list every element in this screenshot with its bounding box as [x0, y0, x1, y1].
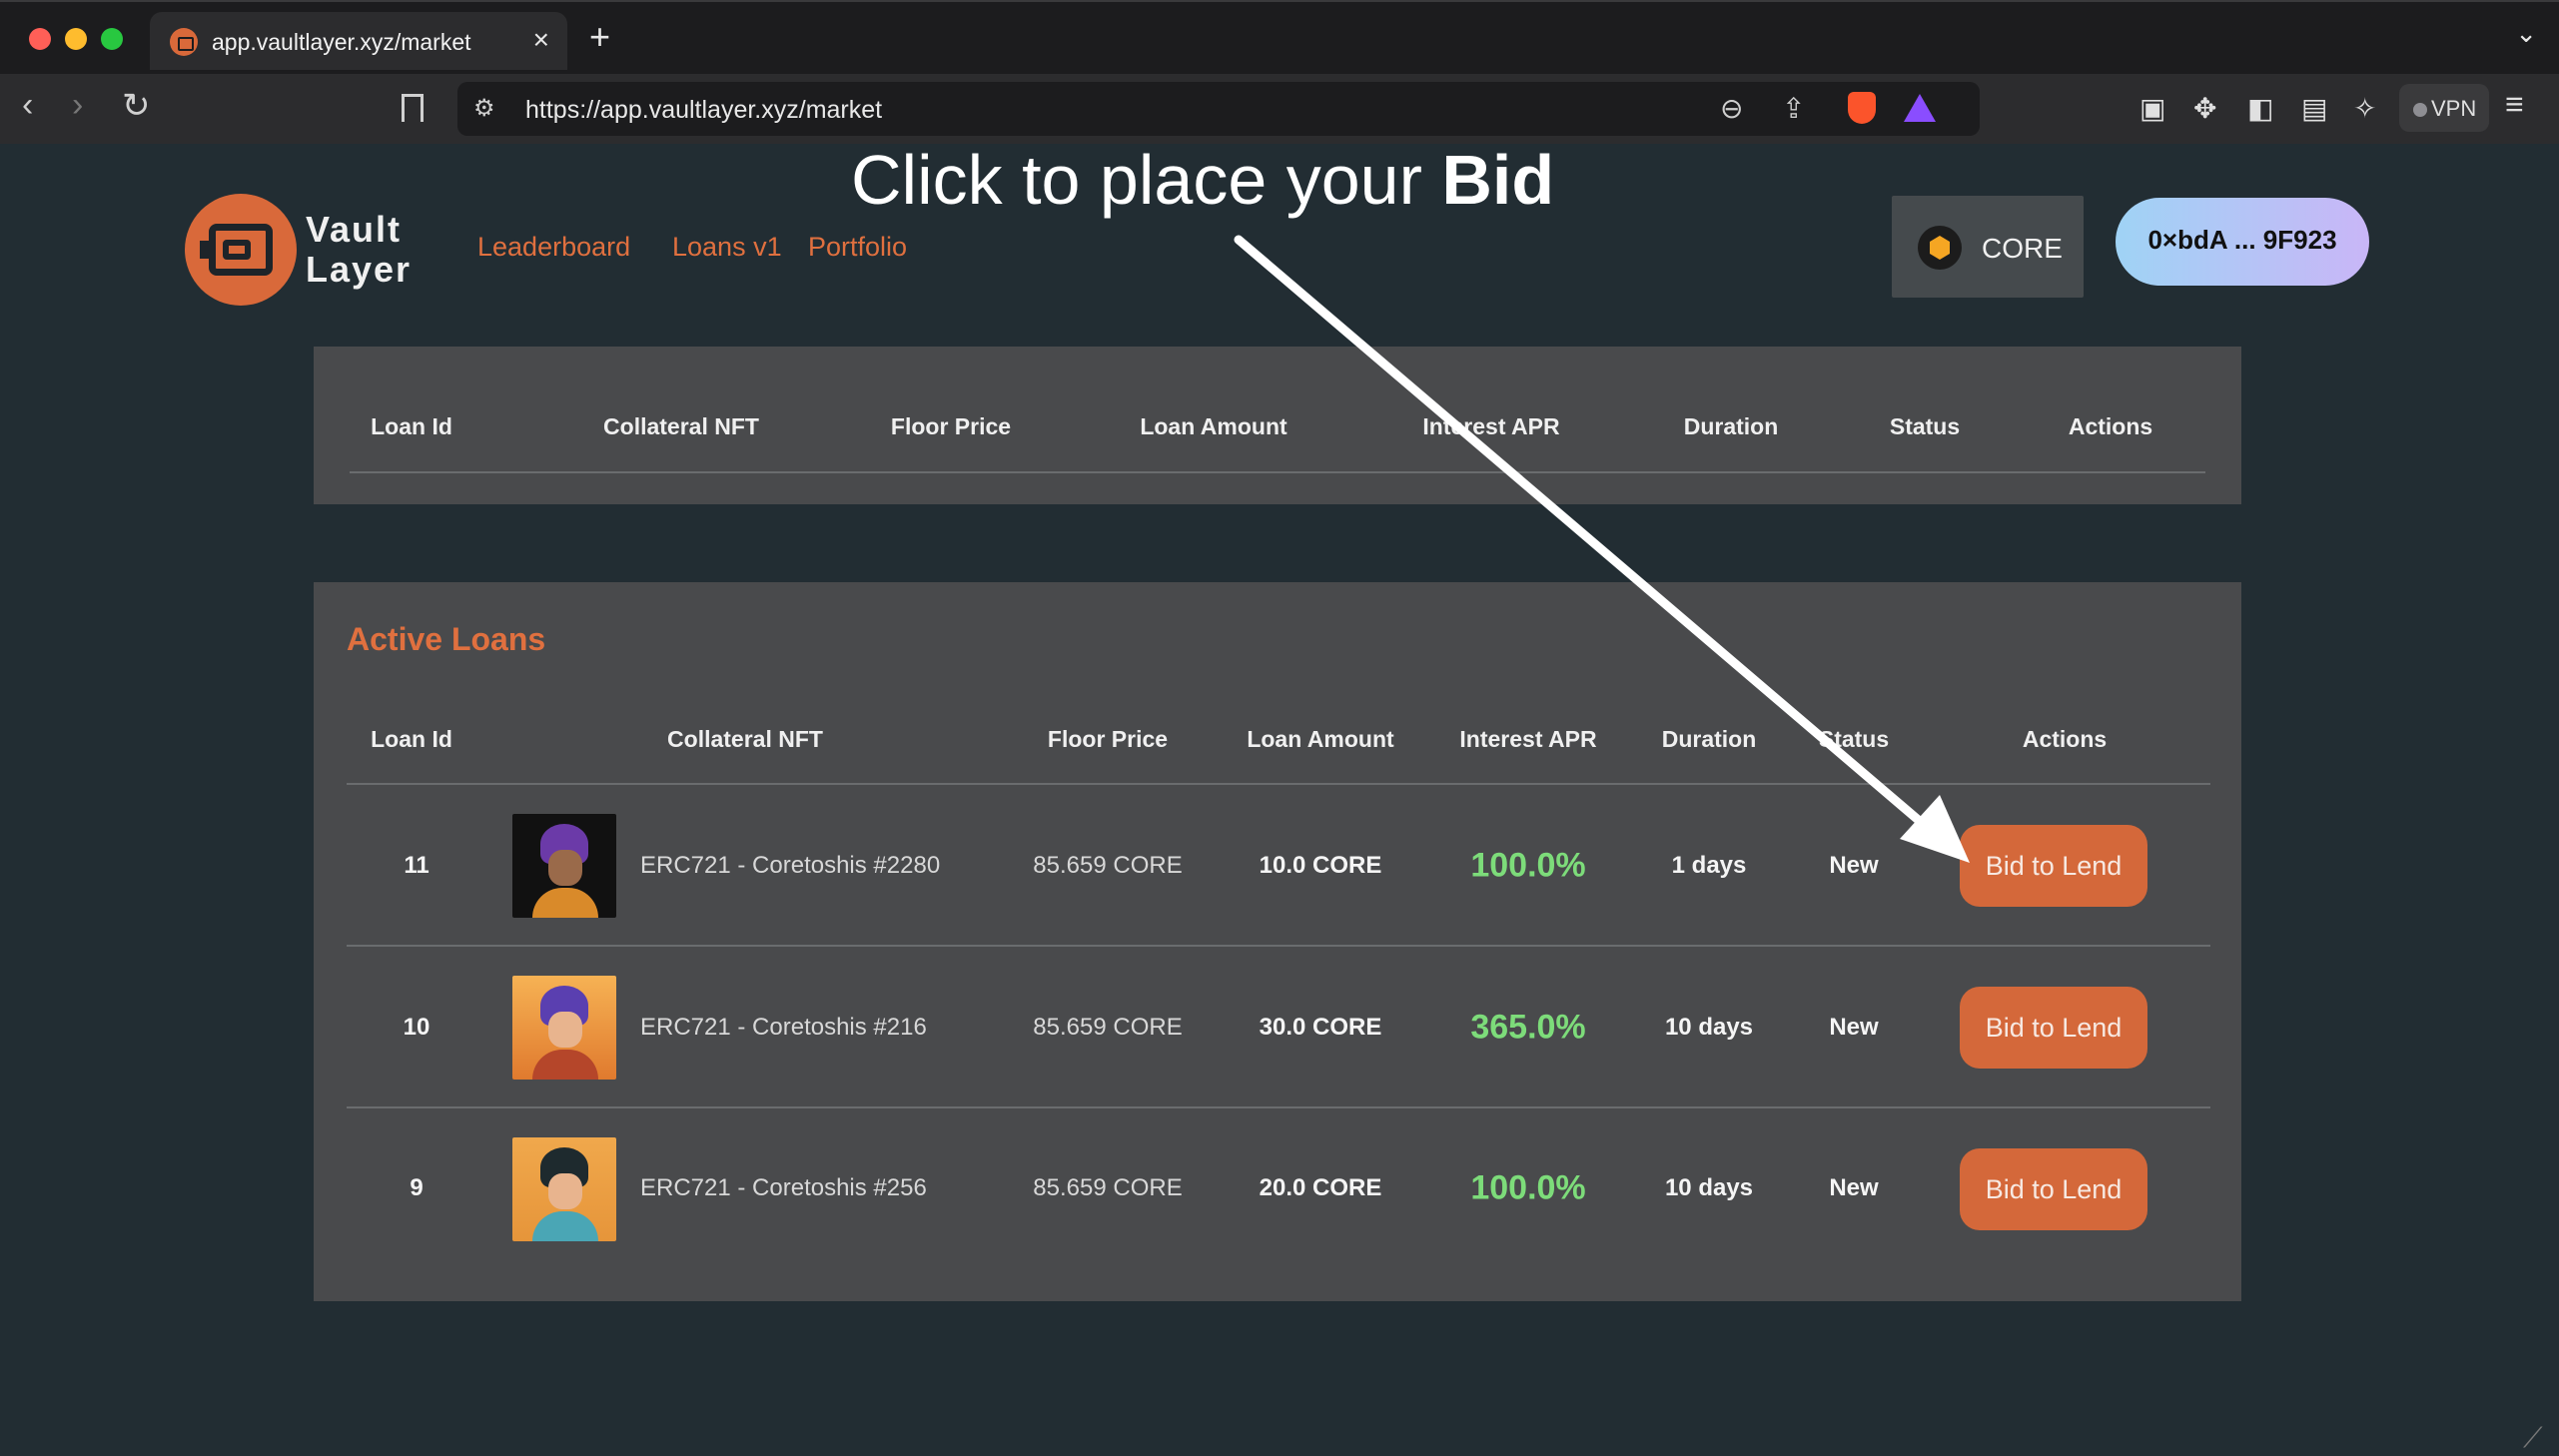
header-collateral-nft: Collateral NFT: [603, 413, 759, 439]
header-status: Status: [1889, 413, 1961, 439]
duration-cell: 10 days: [1664, 1014, 1754, 1041]
loan-amount-cell: 20.0 CORE: [1259, 1174, 1382, 1201]
callout-text: Click to place your: [851, 141, 1442, 219]
interest-apr-cell: 100.0%: [1470, 846, 1586, 885]
vpn-label: VPN: [2431, 96, 2477, 121]
callout-bold-text: Bid: [1441, 141, 1555, 219]
window-resize-icon[interactable]: ⟋: [2523, 1422, 2543, 1455]
back-icon[interactable]: ‹: [22, 86, 33, 125]
zoom-out-icon[interactable]: ⊖: [1720, 92, 1743, 125]
header-loan-id: Loan Id: [371, 726, 452, 752]
leo-ai-icon[interactable]: ✧: [2353, 92, 2376, 125]
chain-selector-button[interactable]: CORE: [1892, 196, 2084, 298]
wallet-address-button[interactable]: 0×bdA ... 9F923: [2116, 198, 2369, 286]
collateral-nft-cell: ERC721 - Coretoshis #2280: [640, 852, 941, 879]
nft-thumbnail[interactable]: [512, 976, 616, 1080]
menu-icon[interactable]: ≡: [2505, 86, 2524, 123]
chain-label: CORE: [1982, 233, 2063, 264]
logo-line-1: Vault: [306, 209, 403, 250]
tab-close-icon[interactable]: ×: [533, 24, 549, 56]
duration-cell: 1 days: [1671, 852, 1747, 879]
status-cell: New: [1829, 1174, 1879, 1201]
nav-link-leaderboard[interactable]: Leaderboard: [477, 232, 630, 263]
brave-rewards-icon[interactable]: [1904, 94, 1936, 122]
wallet-icon[interactable]: ▤: [2301, 92, 2327, 125]
header-floor-price: Floor Price: [1047, 726, 1169, 752]
interest-apr-cell: 100.0%: [1470, 1168, 1586, 1207]
tab-list-chevron-icon[interactable]: ⌄: [2515, 18, 2537, 49]
duration-cell: 10 days: [1664, 1174, 1754, 1201]
nav-link-portfolio[interactable]: Portfolio: [808, 232, 907, 263]
interest-apr-cell: 365.0%: [1470, 1008, 1586, 1047]
vpn-status-icon: [2413, 103, 2427, 117]
browser-toolbar: ‹ › ↻ ⚙ https://app.vaultlayer.xyz/marke…: [0, 74, 2559, 144]
floor-price-cell: 85.659 CORE: [1033, 1174, 1183, 1201]
header-floor-price: Floor Price: [890, 413, 1012, 439]
loan-id-cell: 10: [403, 1014, 430, 1041]
vaultlayer-logo-icon[interactable]: [185, 194, 297, 306]
header-interest-apr: Interest APR: [1422, 413, 1560, 439]
header-interest-apr: Interest APR: [1459, 726, 1597, 752]
header-actions: Actions: [2068, 413, 2153, 439]
collateral-nft-cell: ERC721 - Coretoshis #256: [640, 1174, 927, 1201]
window-close-button[interactable]: [29, 28, 51, 50]
qr-extension-icon[interactable]: ▣: [2139, 92, 2165, 125]
collateral-nft-cell: ERC721 - Coretoshis #216: [640, 1014, 927, 1041]
tab-title: app.vaultlayer.xyz/market: [212, 29, 471, 55]
header-collateral-nft: Collateral NFT: [667, 726, 823, 752]
site-settings-icon[interactable]: ⚙: [473, 94, 495, 123]
header-loan-amount: Loan Amount: [1247, 726, 1394, 752]
header-duration: Duration: [1683, 413, 1779, 439]
nft-thumbnail[interactable]: [512, 1137, 616, 1241]
new-tab-icon[interactable]: +: [589, 16, 610, 58]
row-divider: [347, 1106, 2210, 1108]
browser-tab[interactable]: app.vaultlayer.xyz/market ×: [150, 12, 567, 70]
window-minimize-button[interactable]: [65, 28, 87, 50]
vaultlayer-favicon-icon: [170, 28, 198, 56]
loan-amount-cell: 30.0 CORE: [1259, 1014, 1382, 1041]
sidebar-icon[interactable]: ◧: [2247, 92, 2273, 125]
nav-link-loans-v1[interactable]: Loans v1: [672, 232, 782, 263]
browser-tab-strip: app.vaultlayer.xyz/market × + ⌄: [0, 0, 2559, 74]
share-icon[interactable]: ⇪: [1782, 92, 1805, 125]
active-loans-title: Active Loans: [347, 621, 546, 657]
table-divider: [347, 783, 2210, 785]
bookmark-icon[interactable]: [402, 94, 424, 122]
loan-id-cell: 11: [404, 852, 429, 879]
vpn-button[interactable]: VPN: [2399, 84, 2489, 132]
floor-price-cell: 85.659 CORE: [1033, 852, 1183, 879]
bid-to-lend-button[interactable]: Bid to Lend: [1960, 987, 2147, 1069]
address-bar[interactable]: ⚙ https://app.vaultlayer.xyz/market ⊖ ⇪: [457, 82, 1980, 136]
header-loan-amount: Loan Amount: [1140, 413, 1287, 439]
loan-amount-cell: 10.0 CORE: [1259, 852, 1382, 879]
tutorial-callout: Click to place your Bid: [851, 140, 1554, 220]
header-actions: Actions: [2022, 726, 2108, 752]
brave-shields-icon[interactable]: [1848, 92, 1876, 124]
row-divider: [347, 945, 2210, 947]
status-cell: New: [1829, 852, 1879, 879]
nft-thumbnail[interactable]: [512, 814, 616, 918]
table-divider: [350, 471, 2205, 473]
core-token-icon: [1918, 226, 1962, 270]
bid-to-lend-button[interactable]: Bid to Lend: [1960, 825, 2147, 907]
floor-price-cell: 85.659 CORE: [1033, 1014, 1183, 1041]
logo-line-2: Layer: [306, 249, 413, 290]
window-zoom-button[interactable]: [101, 28, 123, 50]
url-text[interactable]: https://app.vaultlayer.xyz/market: [525, 96, 882, 125]
reload-icon[interactable]: ↻: [122, 86, 151, 126]
logo-text[interactable]: Vault Layer: [306, 210, 412, 290]
bid-to-lend-button[interactable]: Bid to Lend: [1960, 1148, 2147, 1230]
status-cell: New: [1829, 1014, 1879, 1041]
header-duration: Duration: [1661, 726, 1757, 752]
extensions-puzzle-icon[interactable]: ✥: [2193, 92, 2216, 125]
header-status: Status: [1818, 726, 1890, 752]
loan-id-cell: 9: [410, 1174, 424, 1201]
header-loan-id: Loan Id: [371, 413, 452, 439]
forward-icon[interactable]: ›: [72, 86, 83, 125]
